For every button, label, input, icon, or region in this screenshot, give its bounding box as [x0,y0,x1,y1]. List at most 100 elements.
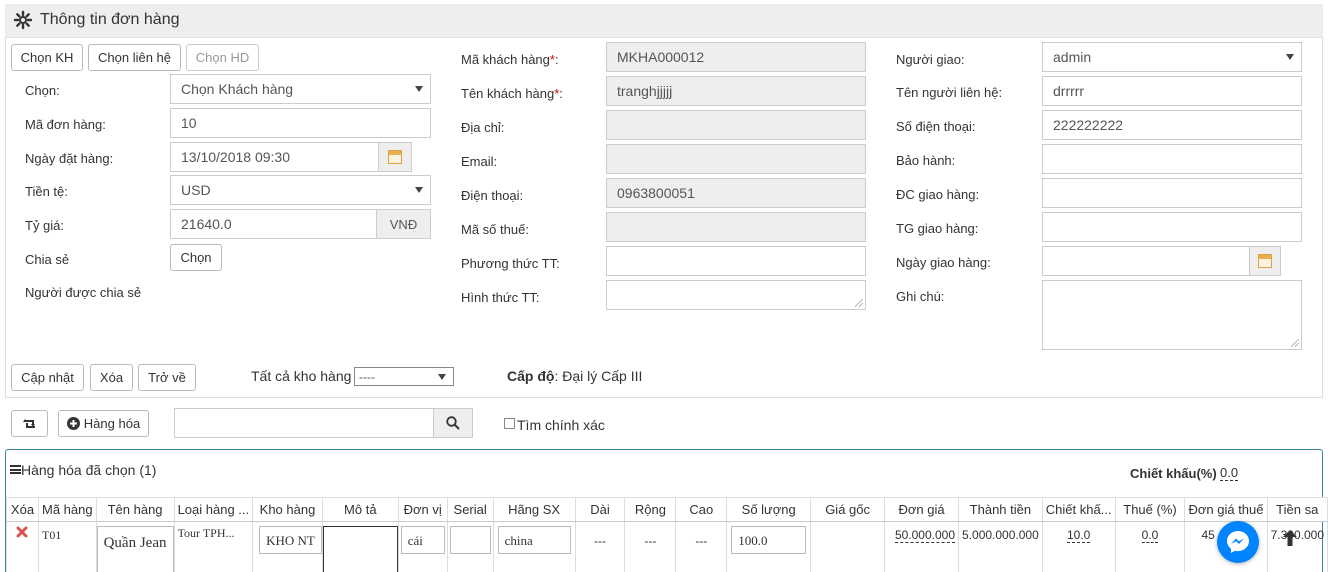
contact-name-input[interactable]: drrrrr [1042,76,1302,106]
col-header[interactable]: Hãng SX [492,497,576,522]
payment-method-label: Phương thức TT: [461,256,560,271]
share-choose-button[interactable]: Chọn [170,244,222,271]
col-header[interactable]: Đơn giá [884,497,960,522]
payment-form-label: Hình thức TT: [461,290,540,305]
item-height: --- [675,521,728,572]
item-tax[interactable]: 0.0 [1141,528,1159,543]
col-header[interactable]: Thành tiền [958,497,1043,522]
contact-phone-input[interactable]: 222222222 [1042,110,1302,140]
customer-name-input[interactable]: tranghjjjjj [606,76,866,106]
note-textarea[interactable] [1042,280,1302,350]
discount-value[interactable]: 0.0 [1220,465,1239,481]
item-width: --- [624,521,677,572]
item-serial-input[interactable] [449,526,491,554]
discount-label: Chiết khấu(%) [1130,466,1217,481]
col-header[interactable]: Serial [446,497,494,522]
delivery-address-label: ĐC giao hàng: [896,187,980,202]
phone-input[interactable]: 0963800051 [606,178,866,208]
delivery-date-input[interactable] [1042,246,1250,276]
address-input[interactable] [606,110,866,140]
choose-customer-button[interactable]: Chọn KH [11,44,83,71]
col-header[interactable]: Dài [574,497,626,522]
customer-code-input[interactable]: MKHA000012 [606,42,866,72]
item-maker-input[interactable]: china [497,526,571,554]
menu-icon [10,464,21,474]
col-header[interactable]: Kho hàng [252,497,323,522]
rate-unit: VNĐ [376,209,431,239]
update-button[interactable]: Cập nhật [11,364,84,391]
exact-search-label: Tìm chính xác [517,417,605,433]
warehouse-select-value: ---- [359,369,375,384]
item-unit-input[interactable]: cái [400,526,445,554]
resize-handle-icon[interactable] [1291,339,1299,347]
col-header[interactable]: Tiền sa [1266,497,1328,522]
resize-handle-icon[interactable] [855,299,863,307]
col-header[interactable]: Tên hàng [95,497,175,522]
goods-search-input[interactable] [174,408,434,438]
plus-circle-icon [66,417,80,430]
col-header[interactable]: Đơn giá thuế [1184,497,1268,522]
rate-input[interactable]: 21640.0 [170,209,377,239]
cart-title: Hàng hóa đã chọn (1) [10,462,156,478]
delete-button[interactable]: Xóa [90,364,133,391]
customer-select[interactable]: Chọn Khách hàng [170,74,431,104]
warranty-input[interactable] [1042,144,1302,174]
item-quantity-input[interactable]: 100.0 [731,526,807,554]
item-unit-price[interactable]: 50.000.000 [894,528,956,543]
share-label: Chia sẻ [25,252,70,267]
item-name-input[interactable]: Quần Jean [97,526,174,572]
col-header[interactable]: Đơn vị [397,497,448,522]
currency-select[interactable]: USD [170,175,431,205]
note-label: Ghi chú: [896,289,945,304]
col-header[interactable]: Mã hàng [37,497,97,522]
deliverer-select-value: admin [1053,49,1092,65]
item-total: 5.000.000.000 [958,521,1043,572]
chevron-down-icon [1286,54,1294,60]
address-label: Địa chỉ: [461,120,505,135]
calendar-icon [1258,254,1272,268]
panel-header: Thông tin đơn hàng [5,4,1323,38]
delivery-date-calendar-button[interactable] [1249,246,1281,276]
back-button[interactable]: Trở về [138,364,196,391]
col-header[interactable]: Cao [675,497,728,522]
refresh-button[interactable] [11,410,48,437]
item-warehouse-input[interactable]: KHO NT [259,526,322,554]
choose-contact-button[interactable]: Chọn liên hệ [88,44,181,71]
col-header[interactable]: Loại hàng ... [173,497,254,522]
cart-table: Xóa Mã hàng Tên hàng Loại hàng ... Kho h… [6,497,1328,572]
payment-form-textarea[interactable] [606,280,866,310]
tax-code-input[interactable] [606,212,866,242]
item-description-input[interactable] [323,526,398,572]
warehouse-select[interactable]: ---- [354,367,454,386]
level-info: Cấp độ: Đại lý Cấp III [507,368,642,384]
add-goods-button[interactable]: Hàng hóa [58,410,149,437]
contact-name-label: Tên người liên hệ: [896,85,1003,100]
col-header[interactable]: Xóa [6,497,39,522]
order-date-calendar-button[interactable] [378,142,412,172]
currency-select-value: USD [181,182,211,198]
choose-order-button[interactable]: Chọn HD [186,44,259,71]
payment-method-input[interactable] [606,246,866,276]
delivery-address-input[interactable] [1042,178,1302,208]
email-input[interactable] [606,144,866,174]
delivery-time-input[interactable] [1042,212,1302,242]
order-date-input[interactable]: 13/10/2018 09:30 [170,142,379,172]
deliverer-label: Người giao: [896,52,965,67]
deliverer-select[interactable]: admin [1042,42,1302,72]
col-header[interactable]: Số lượng [726,497,812,522]
col-header[interactable]: Mô tả [321,497,399,522]
messenger-chat-button[interactable] [1217,521,1259,563]
col-header[interactable]: Giá gốc [810,497,886,522]
exact-search-checkbox[interactable] [504,418,515,429]
arrow-up-icon[interactable] [1282,529,1298,547]
col-header[interactable]: Rộng [624,497,677,522]
gear-icon [13,10,33,30]
item-discount[interactable]: 10.0 [1066,528,1091,543]
col-header[interactable]: Thuế (%) [1114,497,1186,522]
search-button[interactable] [433,408,473,438]
col-header[interactable]: Chiết khấ... [1041,497,1116,522]
search-icon [446,416,460,430]
delete-row-button[interactable] [6,521,39,572]
order-code-input[interactable]: 10 [170,108,431,138]
customer-code-label: Mã khách hàng*: [461,52,559,67]
